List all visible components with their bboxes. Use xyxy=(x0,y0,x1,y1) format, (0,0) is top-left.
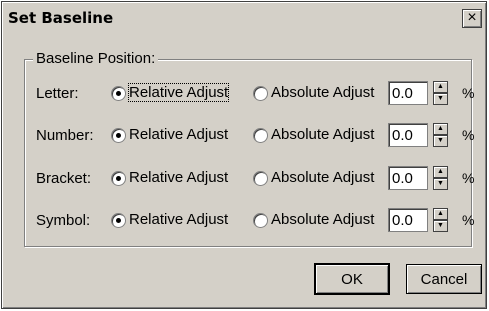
title-bar[interactable]: Set Baseline × xyxy=(4,4,484,34)
bracket-absolute-label[interactable]: Absolute Adjust xyxy=(271,169,374,186)
close-icon: × xyxy=(467,9,477,26)
number-absolute-radio[interactable] xyxy=(253,128,268,143)
number-relative-label[interactable]: Relative Adjust xyxy=(129,126,228,143)
bracket-value-input[interactable]: 0.0 xyxy=(388,166,428,190)
baseline-position-group: Baseline Position: Letter: Relative Adju… xyxy=(24,50,475,247)
up-arrow-icon[interactable]: ▲ xyxy=(433,81,448,93)
bracket-absolute-radio[interactable] xyxy=(253,171,268,186)
letter-relative-label[interactable]: Relative Adjust xyxy=(127,83,230,102)
number-spinner: ▲ ▼ xyxy=(433,123,448,147)
letter-spinner: ▲ ▼ xyxy=(433,81,448,105)
symbol-value-input[interactable]: 0.0 xyxy=(388,208,428,232)
number-unit: % xyxy=(462,127,475,143)
down-arrow-icon[interactable]: ▼ xyxy=(433,93,448,105)
bracket-unit: % xyxy=(462,170,475,186)
up-arrow-icon[interactable]: ▲ xyxy=(433,123,448,135)
symbol-absolute-radio[interactable] xyxy=(253,213,268,228)
number-absolute-label[interactable]: Absolute Adjust xyxy=(271,126,374,143)
symbol-relative-label[interactable]: Relative Adjust xyxy=(129,211,228,228)
symbol-absolute-label[interactable]: Absolute Adjust xyxy=(271,211,374,228)
bracket-spinner: ▲ ▼ xyxy=(433,166,448,190)
symbol-relative-radio[interactable] xyxy=(111,213,126,228)
letter-unit: % xyxy=(462,85,475,101)
row-symbol: Symbol: Relative Adjust Absolute Adjust … xyxy=(25,208,475,234)
down-arrow-icon[interactable]: ▼ xyxy=(433,178,448,190)
letter-relative-radio[interactable] xyxy=(111,86,126,101)
bracket-relative-radio[interactable] xyxy=(111,171,126,186)
letter-absolute-label[interactable]: Absolute Adjust xyxy=(271,84,374,101)
down-arrow-icon[interactable]: ▼ xyxy=(433,135,448,147)
letter-value-input[interactable]: 0.0 xyxy=(388,81,428,105)
row-number: Number: Relative Adjust Absolute Adjust … xyxy=(25,123,475,149)
row-label: Bracket: xyxy=(36,170,92,187)
symbol-unit: % xyxy=(462,212,475,228)
row-letter: Letter: Relative Adjust Absolute Adjust … xyxy=(25,81,475,107)
number-value-input[interactable]: 0.0 xyxy=(388,123,428,147)
up-arrow-icon[interactable]: ▲ xyxy=(433,166,448,178)
up-arrow-icon[interactable]: ▲ xyxy=(433,208,448,220)
letter-absolute-radio[interactable] xyxy=(253,86,268,101)
row-label: Letter: xyxy=(36,85,79,102)
row-bracket: Bracket: Relative Adjust Absolute Adjust… xyxy=(25,166,475,192)
symbol-spinner: ▲ ▼ xyxy=(433,208,448,232)
dialog-title: Set Baseline xyxy=(8,9,114,27)
ok-button[interactable]: OK xyxy=(314,263,390,295)
down-arrow-icon[interactable]: ▼ xyxy=(433,220,448,232)
close-button[interactable]: × xyxy=(462,9,482,28)
number-relative-radio[interactable] xyxy=(111,128,126,143)
row-label: Symbol: xyxy=(36,212,91,229)
bracket-relative-label[interactable]: Relative Adjust xyxy=(129,169,228,186)
set-baseline-dialog: Set Baseline × Baseline Position: Letter… xyxy=(1,1,487,309)
cancel-button[interactable]: Cancel xyxy=(406,264,482,294)
group-label: Baseline Position: xyxy=(33,50,159,67)
row-label: Number: xyxy=(36,127,94,144)
